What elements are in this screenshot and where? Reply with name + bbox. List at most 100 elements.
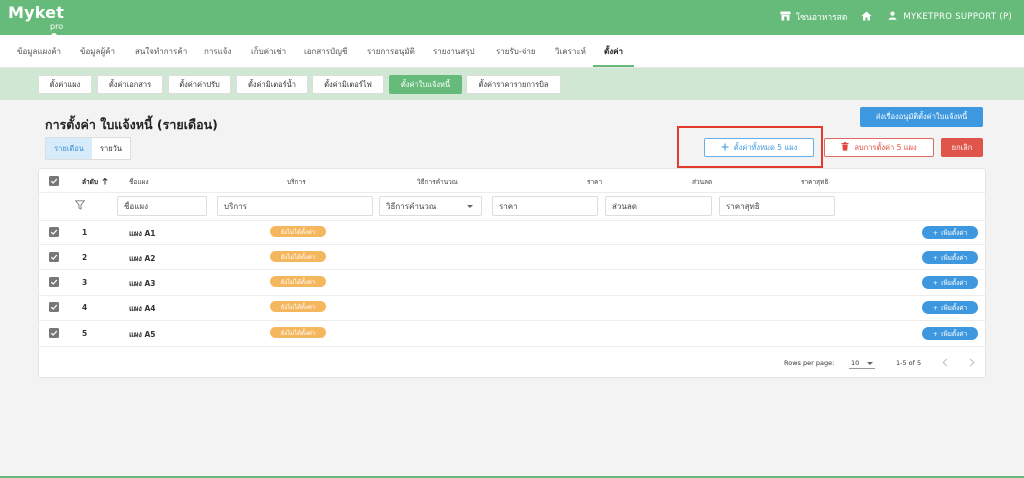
filter-service-input[interactable]: บริการ bbox=[217, 196, 373, 216]
divider bbox=[39, 320, 985, 321]
row-checkbox[interactable] bbox=[49, 227, 59, 237]
row-checkbox[interactable] bbox=[49, 302, 59, 312]
row-stall: แผง A1 bbox=[129, 229, 156, 238]
chevron-right-icon[interactable] bbox=[969, 358, 975, 369]
set-all-stalls-button[interactable]: ตั้งค่าทั้งหมด 5 แผง bbox=[704, 138, 814, 157]
add-setting-button[interactable]: + เพิ่มตั้งค่า bbox=[922, 251, 978, 264]
dropdown-arrow-icon bbox=[467, 205, 473, 208]
rows-per-page-select[interactable]: 10 bbox=[849, 357, 875, 369]
nav-stall-info[interactable]: ข้อมูลแผงค้า bbox=[17, 45, 61, 58]
top-right-area: โซนอาหารสด MYKETPRO SUPPORT (P) bbox=[780, 10, 1012, 24]
nav-analytics[interactable]: วิเคราะห์ bbox=[555, 45, 586, 58]
subtab-document-settings[interactable]: ตั้งค่าเอกสาร bbox=[97, 75, 163, 94]
subtab-bill-item-price-settings[interactable]: ตั้งค่าราคารายการบิล bbox=[466, 75, 561, 94]
subtab-fine-settings[interactable]: ตั้งค่าค่าปรับ bbox=[168, 75, 231, 94]
user-name: MYKETPRO SUPPORT (P) bbox=[903, 12, 1012, 22]
home-icon bbox=[861, 11, 872, 24]
divider bbox=[39, 269, 985, 270]
nav-active-indicator bbox=[593, 65, 634, 67]
filter-discount-input[interactable]: ส่วนลด bbox=[605, 196, 712, 216]
subtab-stall-settings[interactable]: ตั้งค่าแผง bbox=[38, 75, 92, 94]
subtab-electric-meter-settings[interactable]: ตั้งค่ามิเตอร์ไฟ bbox=[312, 75, 384, 94]
header-calc: วิธีการคำนวณ bbox=[417, 178, 458, 186]
toggle-daily[interactable]: รายวัน bbox=[92, 138, 130, 159]
submit-approval-button[interactable]: ส่งเรื่องอนุมัติตั้งค่าใบแจ้งหนี้ bbox=[860, 107, 983, 127]
top-app-bar: Myket pro โซนอาหารสด MYKETPRO SUPPORT (P… bbox=[0, 0, 1024, 39]
plus-icon: + bbox=[932, 253, 939, 262]
row-checkbox[interactable] bbox=[49, 252, 59, 262]
row-order: 5 bbox=[82, 329, 88, 338]
add-setting-button[interactable]: + เพิ่มตั้งค่า bbox=[922, 301, 978, 314]
plus-icon: + bbox=[932, 278, 939, 287]
page-title: การตั้งค่า ใบแจ้งหนี้ (รายเดือน) bbox=[45, 117, 218, 132]
logo-text: Myket bbox=[8, 3, 65, 22]
filter-calc-select[interactable]: วิธีการคำนวณ bbox=[379, 196, 482, 216]
cancel-button[interactable]: ยกเลิก bbox=[941, 138, 983, 157]
row-order: 2 bbox=[82, 253, 88, 262]
app-logo[interactable]: Myket pro bbox=[8, 3, 65, 39]
toggle-monthly[interactable]: รายเดือน bbox=[46, 138, 92, 159]
row-stall: แผง A5 bbox=[129, 330, 156, 339]
status-badge: ยังไม่ได้ตั้งค่า bbox=[270, 301, 326, 312]
trash-icon bbox=[841, 142, 849, 153]
chevron-left-icon[interactable] bbox=[942, 358, 948, 369]
settings-subtab-bar: ตั้งค่าแผง ตั้งค่าเอกสาร ตั้งค่าค่าปรับ … bbox=[0, 68, 1024, 100]
filter-calc-value: วิธีการคำนวณ bbox=[386, 201, 437, 211]
header-service: บริการ bbox=[287, 178, 306, 186]
rows-per-page-value: 10 bbox=[851, 359, 860, 367]
plus-icon bbox=[721, 143, 729, 153]
home-button[interactable] bbox=[861, 11, 872, 24]
nav-notifications[interactable]: การแจ้ง bbox=[204, 45, 231, 58]
add-setting-button[interactable]: + เพิ่มตั้งค่า bbox=[922, 327, 978, 340]
row-stall: แผง A3 bbox=[129, 279, 156, 288]
nav-collect-rent[interactable]: เก็บค่าเช่า bbox=[251, 45, 286, 58]
header-discount: ส่วนลด bbox=[692, 178, 713, 186]
delete-settings-button[interactable]: ลบการตั้งค่า 5 แผง bbox=[824, 138, 934, 157]
add-setting-button[interactable]: + เพิ่มตั้งค่า bbox=[922, 276, 978, 289]
status-badge: ยังไม่ได้ตั้งค่า bbox=[270, 251, 326, 262]
status-badge: ยังไม่ได้ตั้งค่า bbox=[270, 276, 326, 287]
add-setting-label: เพิ่มตั้งค่า bbox=[941, 253, 968, 262]
period-toggle: รายเดือน รายวัน bbox=[45, 137, 131, 160]
plus-icon: + bbox=[932, 228, 939, 237]
main-navigation: ข้อมูลแผงค้า ข้อมูลผู้ค้า สนใจทำการค้า ก… bbox=[0, 35, 1024, 68]
filter-stall-input[interactable]: ชื่อแผง bbox=[117, 196, 207, 216]
header-order[interactable]: ลำดับ bbox=[82, 177, 108, 187]
filter-icon[interactable] bbox=[74, 200, 86, 212]
nav-income-expense[interactable]: รายรับ-จ่าย bbox=[496, 45, 536, 58]
store-selector[interactable]: โซนอาหารสด bbox=[780, 10, 848, 24]
dropdown-arrow-icon bbox=[867, 362, 873, 365]
invoice-settings-table: ลำดับ ชื่อแผง บริการ วิธีการคำนวณ ราคา ส… bbox=[38, 168, 986, 378]
nav-merchant-info[interactable]: ข้อมูลผู้ค้า bbox=[80, 45, 115, 58]
nav-settings[interactable]: ตั้งค่า bbox=[604, 45, 623, 58]
user-menu[interactable]: MYKETPRO SUPPORT (P) bbox=[888, 11, 1012, 23]
filter-net-input[interactable]: ราคาสุทธิ bbox=[719, 196, 835, 216]
row-checkbox[interactable] bbox=[49, 277, 59, 287]
plus-icon: + bbox=[932, 303, 939, 312]
subtab-invoice-settings[interactable]: ตั้งค่าใบแจ้งหนี้ bbox=[389, 75, 462, 94]
nav-approvals[interactable]: รายการอนุมัติ bbox=[367, 45, 415, 58]
divider bbox=[39, 192, 985, 193]
add-setting-label: เพิ่มตั้งค่า bbox=[941, 303, 968, 312]
user-icon bbox=[888, 11, 897, 23]
nav-accounting-docs[interactable]: เอกสารบัญชี bbox=[304, 45, 347, 58]
row-checkbox[interactable] bbox=[49, 328, 59, 338]
nav-interested-trade[interactable]: สนใจทำการค้า bbox=[135, 45, 187, 58]
plus-icon: + bbox=[932, 329, 939, 338]
filter-price-input[interactable]: ราคา bbox=[492, 196, 598, 216]
select-all-checkbox[interactable] bbox=[49, 176, 59, 186]
add-setting-button[interactable]: + เพิ่มตั้งค่า bbox=[922, 226, 978, 239]
set-all-label: ตั้งค่าทั้งหมด 5 แผง bbox=[733, 142, 798, 152]
store-name: โซนอาหารสด bbox=[795, 13, 848, 23]
header-price: ราคา bbox=[587, 178, 603, 186]
subtab-water-meter-settings[interactable]: ตั้งค่ามิเตอร์น้ำ bbox=[236, 75, 308, 94]
rows-per-page-label: Rows per page: bbox=[784, 359, 835, 367]
nav-summary-report[interactable]: รายงานสรุป bbox=[433, 45, 475, 58]
header-stall: ชื่อแผง bbox=[129, 178, 149, 186]
divider bbox=[39, 346, 985, 347]
header-net: ราคาสุทธิ bbox=[801, 178, 829, 186]
sort-arrow-up-icon bbox=[102, 177, 108, 187]
row-stall: แผง A2 bbox=[129, 254, 156, 263]
status-badge: ยังไม่ได้ตั้งค่า bbox=[270, 226, 326, 237]
divider bbox=[39, 220, 985, 221]
